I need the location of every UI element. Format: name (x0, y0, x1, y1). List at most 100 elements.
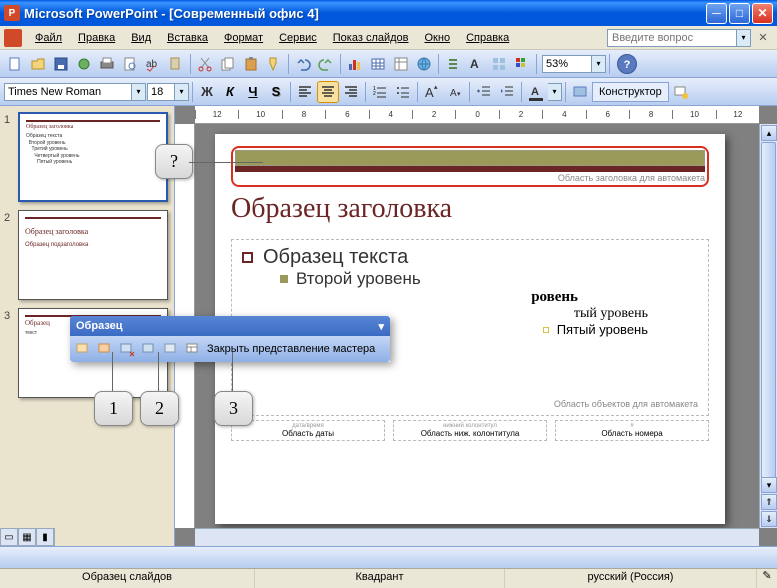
decrease-font-icon[interactable]: A▾ (444, 81, 466, 103)
increase-indent-icon[interactable] (496, 81, 518, 103)
insert-slide-master-icon[interactable] (73, 339, 93, 359)
menu-slideshow[interactable]: Показ слайдов (326, 29, 416, 47)
scroll-down-icon[interactable]: ▾ (761, 477, 777, 493)
slide-title[interactable]: Образец заголовка (231, 193, 709, 225)
hyperlink-icon[interactable] (413, 53, 435, 75)
maximize-button[interactable]: □ (729, 3, 750, 24)
doc-close-button[interactable]: ✕ (755, 30, 771, 46)
preserve-master-icon[interactable] (139, 339, 159, 359)
new-slide-icon[interactable] (670, 81, 692, 103)
designer-button[interactable]: Конструктор (592, 82, 669, 102)
redo-icon[interactable] (315, 53, 337, 75)
grid-icon[interactable] (488, 53, 510, 75)
cut-icon[interactable] (194, 53, 216, 75)
table-icon[interactable] (367, 53, 389, 75)
preview-icon[interactable] (119, 53, 141, 75)
menu-view[interactable]: Вид (124, 29, 158, 47)
chart-icon[interactable] (344, 53, 366, 75)
normal-view-button[interactable]: ▭ (0, 528, 18, 546)
open-icon[interactable] (27, 53, 49, 75)
research-icon[interactable] (165, 53, 187, 75)
save-icon[interactable] (50, 53, 72, 75)
undo-icon[interactable] (292, 53, 314, 75)
vertical-scrollbar[interactable]: ▴ ▾ ⇑ ⇓ (759, 124, 777, 528)
horizontal-scrollbar[interactable] (195, 528, 759, 546)
drawing-toolbar (0, 546, 777, 568)
title-placeholder[interactable]: Область заголовка для автомакета (231, 146, 709, 187)
design-icon[interactable] (569, 81, 591, 103)
italic-button[interactable]: К (219, 81, 241, 103)
toolbar-options-icon[interactable]: ▾ (378, 320, 384, 333)
status-language[interactable]: русский (Россия) (505, 569, 757, 588)
decrease-indent-icon[interactable] (473, 81, 495, 103)
copy-icon[interactable] (217, 53, 239, 75)
increase-font-icon[interactable]: A▴ (421, 81, 443, 103)
app-icon: P (4, 5, 20, 21)
new-icon[interactable] (4, 53, 26, 75)
master-layout-icon[interactable] (183, 339, 203, 359)
align-left-icon[interactable] (294, 81, 316, 103)
thumbnail-1[interactable]: 1 Образец заголовкаОбразец текста Второй… (4, 112, 168, 202)
expand-icon[interactable] (442, 53, 464, 75)
menu-insert[interactable]: Вставка (160, 29, 215, 47)
standard-toolbar: ab A ▾ ? (0, 50, 777, 78)
delete-master-icon[interactable] (117, 339, 137, 359)
horizontal-ruler[interactable]: 12108642024681012 (195, 106, 759, 124)
master-toolbar[interactable]: Образец▾ Закрыть представление мастера (70, 316, 390, 362)
zoom-dropdown[interactable]: ▾ (592, 55, 606, 73)
permission-icon[interactable] (73, 53, 95, 75)
show-formatting-icon[interactable]: A (465, 53, 487, 75)
next-slide-icon[interactable]: ⇓ (761, 511, 777, 527)
thumbnail-2[interactable]: 2 Образец заголовкаОбразец подзаголовка (4, 210, 168, 300)
sorter-view-button[interactable]: ▦ (18, 528, 36, 546)
menu-tools[interactable]: Сервис (272, 29, 324, 47)
font-color-button[interactable]: A (525, 81, 547, 103)
menu-edit[interactable]: Правка (71, 29, 122, 47)
font-size-dropdown[interactable]: ▾ (175, 83, 189, 101)
font-size-input[interactable] (147, 83, 175, 101)
font-name-dropdown[interactable]: ▾ (132, 83, 146, 101)
app-icon-small[interactable] (4, 29, 22, 47)
body-placeholder-caption: Область объектов для автомакета (242, 399, 698, 409)
minimize-button[interactable]: ─ (706, 3, 727, 24)
bullets-icon[interactable] (392, 81, 414, 103)
font-color-dropdown[interactable]: ▾ (548, 83, 562, 101)
print-icon[interactable] (96, 53, 118, 75)
paste-icon[interactable] (240, 53, 262, 75)
callout-2: 2 (140, 391, 179, 426)
menu-window[interactable]: Окно (418, 29, 458, 47)
menu-help[interactable]: Справка (459, 29, 516, 47)
help-icon[interactable]: ? (617, 54, 637, 74)
menu-file[interactable]: Файл (28, 29, 69, 47)
menu-format[interactable]: Формат (217, 29, 270, 47)
rename-master-icon[interactable] (161, 339, 181, 359)
footer-placeholder[interactable]: нижний колонтитулОбласть ниж. колонтитул… (393, 420, 547, 441)
number-placeholder[interactable]: #Область номера (555, 420, 709, 441)
help-search-dropdown[interactable]: ▾ (737, 29, 751, 47)
slideshow-view-button[interactable]: ▮ (36, 528, 54, 546)
spelling-icon[interactable]: ab (142, 53, 164, 75)
color-icon[interactable] (511, 53, 533, 75)
menu-bar: Файл Правка Вид Вставка Формат Сервис По… (0, 26, 777, 50)
zoom-input[interactable] (542, 55, 592, 73)
align-right-icon[interactable] (340, 81, 362, 103)
status-spell-icon[interactable]: ✎ (757, 569, 777, 588)
align-center-icon[interactable] (317, 81, 339, 103)
date-placeholder[interactable]: дата/времяОбласть даты (231, 420, 385, 441)
bold-button[interactable]: Ж (196, 81, 218, 103)
connector-3 (232, 352, 233, 396)
numbering-icon[interactable]: 12 (369, 81, 391, 103)
scroll-up-icon[interactable]: ▴ (761, 125, 777, 141)
tables-icon[interactable] (390, 53, 412, 75)
bullet-icon (280, 275, 288, 283)
underline-button[interactable]: Ч (242, 81, 264, 103)
shadow-button[interactable]: S (265, 81, 287, 103)
close-button[interactable]: ✕ (752, 3, 773, 24)
help-search-input[interactable] (607, 29, 737, 47)
prev-slide-icon[interactable]: ⇑ (761, 494, 777, 510)
format-painter-icon[interactable] (263, 53, 285, 75)
scroll-thumb[interactable] (761, 142, 776, 478)
window-title: Microsoft PowerPoint - [Современный офис… (24, 6, 706, 21)
font-name-input[interactable] (4, 83, 132, 101)
close-master-view-button[interactable]: Закрыть представление мастера (205, 343, 377, 355)
